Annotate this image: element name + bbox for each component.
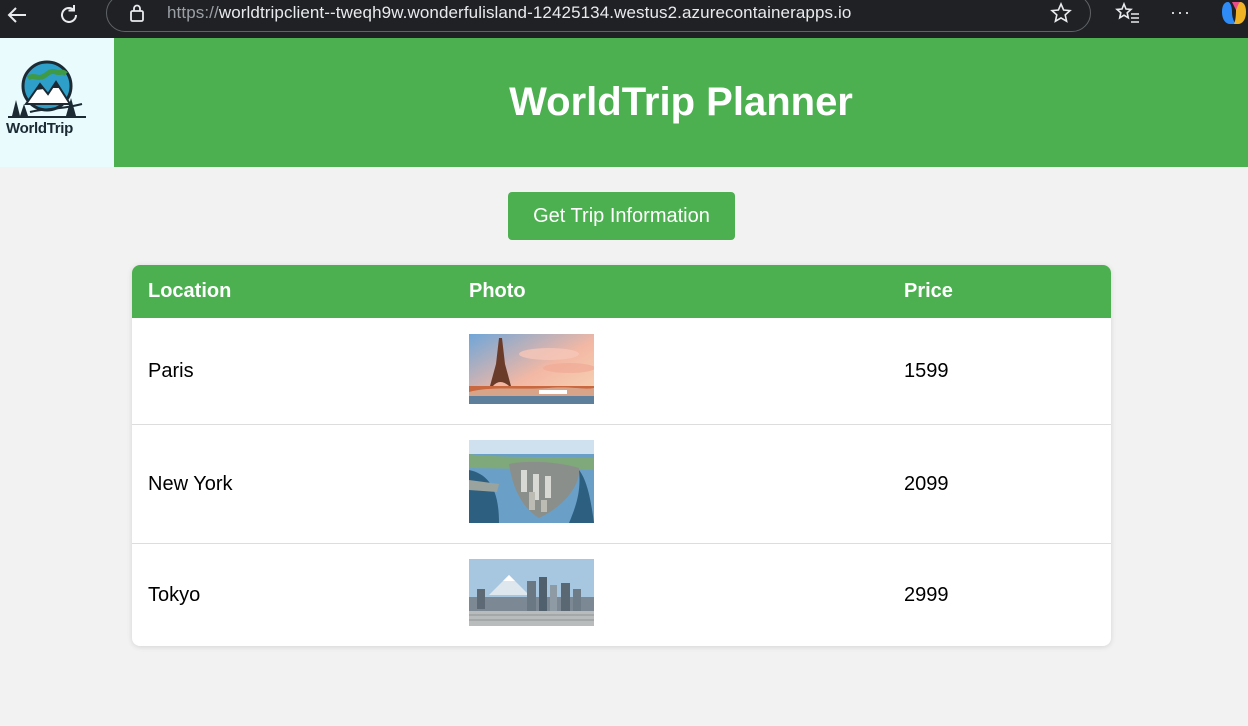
page-title: WorldTrip Planner [509,80,853,124]
location-cell: New York [148,473,233,495]
logo-text: WorldTrip [6,120,74,137]
tokyo-skyline-fuji-photo [469,559,594,626]
table-row: New York 2099 [132,425,1111,544]
trip-table: Location Photo Price Paris 1599 New York [132,265,1111,646]
browser-toolbar: https://worldtripclient--tweqh9w.wonderf… [0,0,1248,38]
column-header-photo: Photo [469,280,526,302]
location-cell: Paris [148,360,194,382]
url-scheme: https:// [167,3,219,22]
address-bar[interactable]: https://worldtripclient--tweqh9w.wonderf… [106,0,1091,32]
table-row: Paris 1599 [132,318,1111,425]
copilot-icon[interactable] [1220,0,1248,26]
column-header-price: Price [904,280,953,302]
star-icon[interactable] [1050,2,1072,24]
table-header: Location Photo Price [132,265,1111,318]
price-cell: 2099 [904,473,949,495]
app-header: WorldTrip WorldTrip Planner [0,38,1248,167]
more-options-icon[interactable]: ··· [1170,2,1191,23]
globe-mountain-logo-icon [8,60,86,118]
price-cell: 2999 [904,584,949,606]
logo[interactable]: WorldTrip [0,38,114,167]
eiffel-tower-photo [469,334,594,404]
location-cell: Tokyo [148,584,201,606]
column-header-location: Location [148,280,232,302]
table-row: Tokyo 2999 [132,544,1111,646]
lock-icon[interactable] [129,4,145,22]
url-text[interactable]: https://worldtripclient--tweqh9w.wonderf… [167,3,851,23]
favorites-icon[interactable] [1115,0,1141,26]
manhattan-aerial-photo [469,440,594,523]
reload-button[interactable] [52,0,86,30]
reload-icon [61,5,77,23]
get-trip-information-button[interactable]: Get Trip Information [508,192,735,240]
arrow-left-icon [7,7,26,23]
back-button[interactable] [0,0,34,30]
url-host: worldtripclient--tweqh9w.wonderfulisland… [218,3,852,22]
price-cell: 1599 [904,360,949,382]
